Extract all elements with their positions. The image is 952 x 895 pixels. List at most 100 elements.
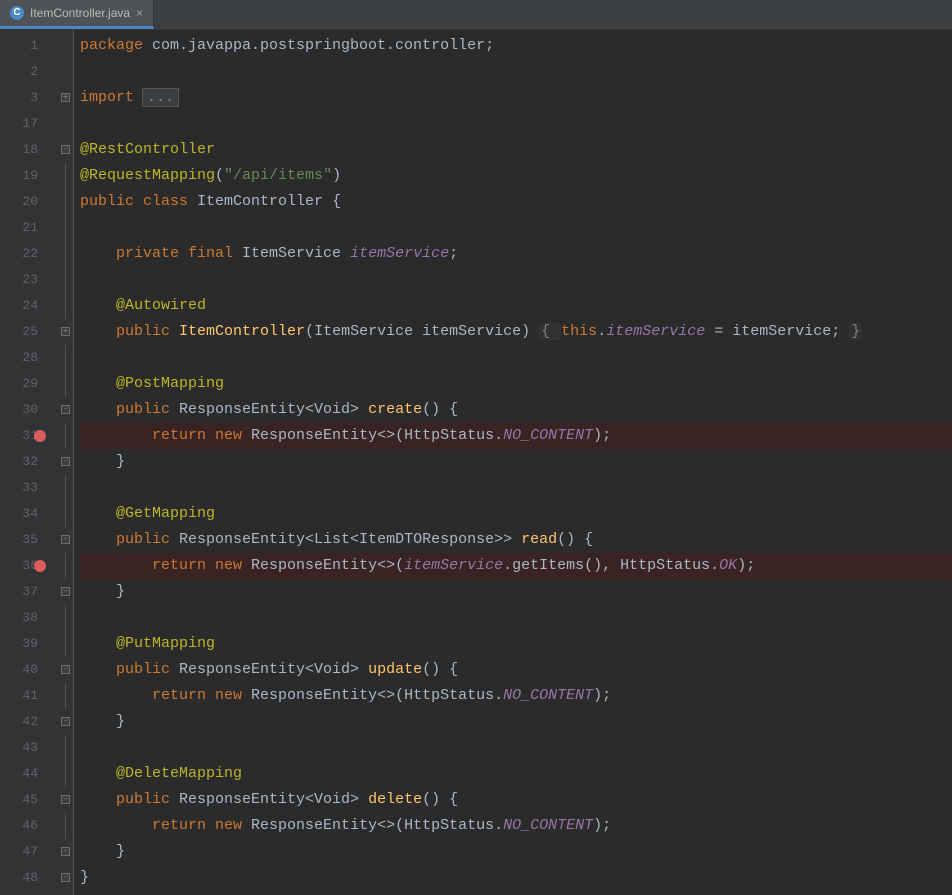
line-number[interactable]: 37 (0, 579, 60, 605)
line-number[interactable]: 19 (0, 163, 60, 189)
tab-bar: C ItemController.java × (0, 0, 952, 30)
line-number[interactable]: 42 (0, 709, 60, 735)
code-line[interactable]: public ResponseEntity<Void> update() { (80, 657, 952, 683)
line-number[interactable]: 46 (0, 813, 60, 839)
code-line[interactable]: } (80, 709, 952, 735)
fold-cell: - (60, 657, 73, 683)
line-number[interactable]: 32 (0, 449, 60, 475)
fold-cell (60, 475, 73, 501)
fold-toggle-icon[interactable]: - (61, 795, 70, 804)
fold-cell (60, 163, 73, 189)
line-number[interactable]: 2 (0, 59, 60, 85)
line-number[interactable]: 48 (0, 865, 60, 891)
line-number[interactable]: 21 (0, 215, 60, 241)
fold-cell: - (60, 449, 73, 475)
code-line[interactable] (80, 215, 952, 241)
code-line[interactable] (80, 605, 952, 631)
line-number[interactable]: 28 (0, 345, 60, 371)
line-number[interactable]: 20 (0, 189, 60, 215)
code-area[interactable]: package com.javappa.postspringboot.contr… (74, 30, 952, 895)
line-number[interactable]: 33 (0, 475, 60, 501)
fold-cell: - (60, 397, 73, 423)
line-number[interactable]: 30 (0, 397, 60, 423)
code-line[interactable]: } (80, 865, 952, 891)
fold-toggle-icon[interactable]: - (61, 873, 70, 882)
fold-toggle-icon[interactable]: - (61, 145, 70, 154)
code-line[interactable]: @PutMapping (80, 631, 952, 657)
line-number[interactable]: 43 (0, 735, 60, 761)
line-number[interactable]: 41 (0, 683, 60, 709)
fold-toggle-icon[interactable]: - (61, 717, 70, 726)
fold-toggle-icon[interactable]: - (61, 665, 70, 674)
code-line[interactable] (80, 475, 952, 501)
code-line[interactable]: @DeleteMapping (80, 761, 952, 787)
line-number[interactable]: 3 (0, 85, 60, 111)
fold-cell (60, 267, 73, 293)
line-number[interactable]: 18 (0, 137, 60, 163)
code-line[interactable]: } (80, 449, 952, 475)
code-line[interactable]: return new ResponseEntity<>(HttpStatus.N… (80, 813, 952, 839)
fold-toggle-icon[interactable]: - (61, 405, 70, 414)
fold-toggle-icon[interactable]: - (61, 847, 70, 856)
file-tab-itemcontroller[interactable]: C ItemController.java × (0, 0, 154, 29)
code-line[interactable]: return new ResponseEntity<>(itemService.… (80, 553, 952, 579)
line-number[interactable]: 39 (0, 631, 60, 657)
fold-toggle-icon[interactable]: - (61, 587, 70, 596)
fold-column[interactable]: + - + - - - - - - - - - (60, 30, 74, 895)
code-line[interactable]: @Autowired (80, 293, 952, 319)
code-line[interactable]: public ResponseEntity<List<ItemDTORespon… (80, 527, 952, 553)
line-number[interactable]: 47 (0, 839, 60, 865)
fold-toggle-icon[interactable]: + (61, 327, 70, 336)
line-number[interactable]: 1 (0, 33, 60, 59)
line-number[interactable]: 31 (0, 423, 60, 449)
fold-cell: - (60, 579, 73, 605)
line-number[interactable]: 25 (0, 319, 60, 345)
line-number[interactable]: 35 (0, 527, 60, 553)
line-number[interactable]: 23 (0, 267, 60, 293)
code-line[interactable]: public class ItemController { (80, 189, 952, 215)
line-number[interactable]: 40 (0, 657, 60, 683)
java-class-icon: C (10, 6, 24, 20)
line-number[interactable]: 44 (0, 761, 60, 787)
fold-cell (60, 683, 73, 709)
code-line[interactable]: private final ItemService itemService; (80, 241, 952, 267)
fold-toggle-icon[interactable]: - (61, 457, 70, 466)
code-line[interactable]: @RestController (80, 137, 952, 163)
line-number[interactable]: 38 (0, 605, 60, 631)
code-line[interactable]: } (80, 839, 952, 865)
gutter[interactable]: 1231718192021222324252829303132333435363… (0, 30, 60, 895)
code-line[interactable] (80, 267, 952, 293)
fold-cell: + (60, 85, 73, 111)
fold-cell: + (60, 319, 73, 345)
code-line[interactable]: public ResponseEntity<Void> delete() { (80, 787, 952, 813)
code-line[interactable]: } (80, 579, 952, 605)
close-tab-icon[interactable]: × (136, 0, 143, 26)
code-line[interactable]: package com.javappa.postspringboot.contr… (80, 33, 952, 59)
code-editor[interactable]: 1231718192021222324252829303132333435363… (0, 30, 952, 895)
line-number[interactable]: 17 (0, 111, 60, 137)
line-number[interactable]: 34 (0, 501, 60, 527)
fold-cell: - (60, 137, 73, 163)
code-line[interactable]: @RequestMapping("/api/items") (80, 163, 952, 189)
line-number[interactable]: 24 (0, 293, 60, 319)
code-line[interactable]: public ResponseEntity<Void> create() { (80, 397, 952, 423)
line-number[interactable]: 36 (0, 553, 60, 579)
code-line[interactable] (80, 345, 952, 371)
code-line[interactable]: return new ResponseEntity<>(HttpStatus.N… (80, 683, 952, 709)
fold-cell: - (60, 709, 73, 735)
fold-cell (60, 553, 73, 579)
code-line[interactable]: import ... (80, 85, 952, 111)
code-line[interactable] (80, 735, 952, 761)
code-line[interactable]: public ItemController(ItemService itemSe… (80, 319, 952, 345)
line-number[interactable]: 22 (0, 241, 60, 267)
line-number[interactable]: 29 (0, 371, 60, 397)
fold-toggle-icon[interactable]: - (61, 535, 70, 544)
code-line[interactable]: @GetMapping (80, 501, 952, 527)
code-line[interactable] (80, 59, 952, 85)
fold-cell: - (60, 787, 73, 813)
fold-toggle-icon[interactable]: + (61, 93, 70, 102)
line-number[interactable]: 45 (0, 787, 60, 813)
code-line[interactable]: return new ResponseEntity<>(HttpStatus.N… (80, 423, 952, 449)
code-line[interactable]: @PostMapping (80, 371, 952, 397)
code-line[interactable] (80, 111, 952, 137)
